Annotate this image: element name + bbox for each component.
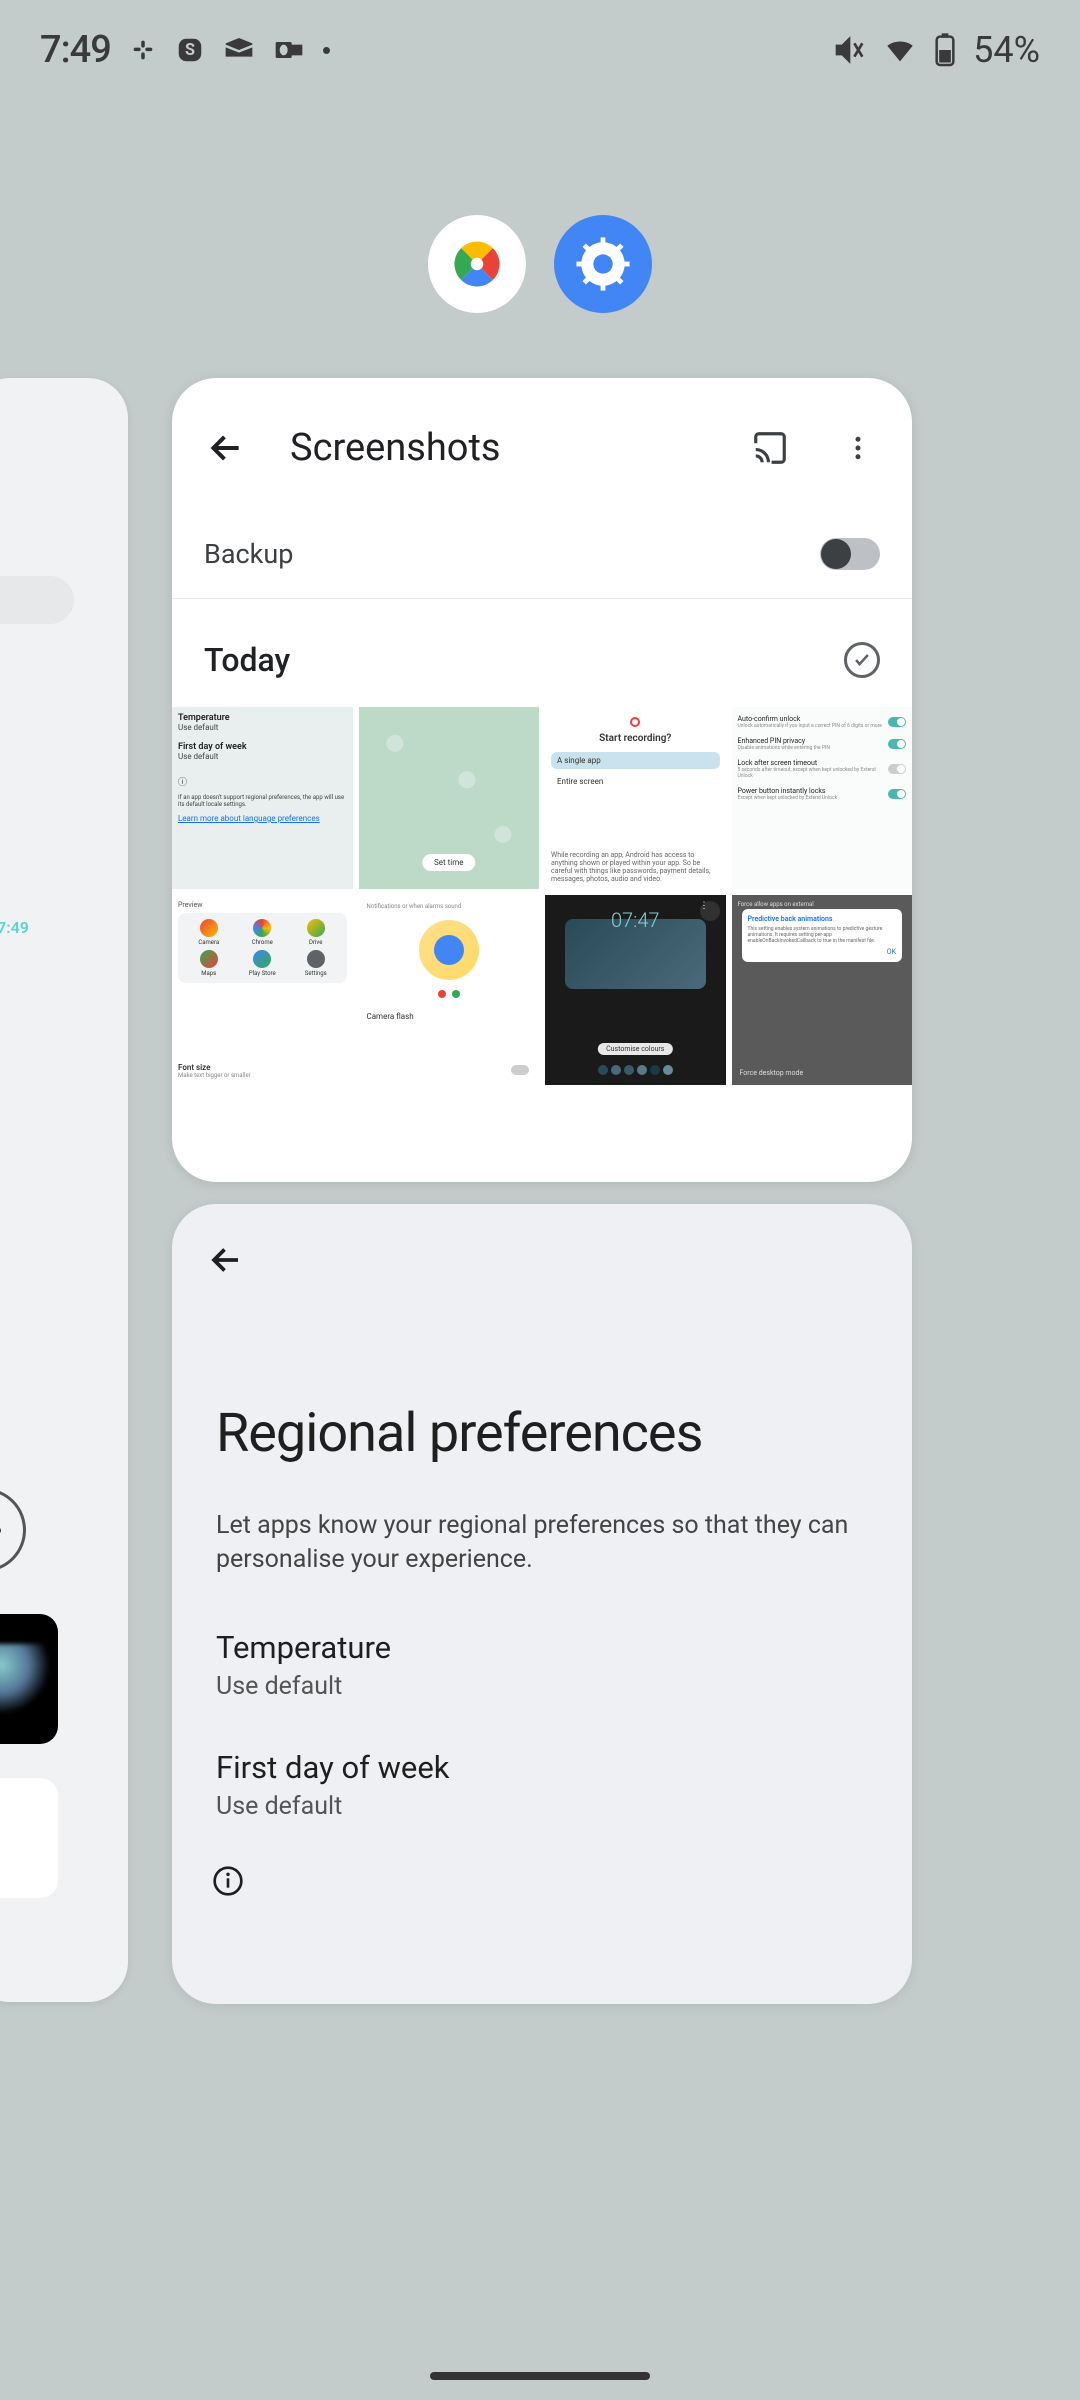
screenshot-grid: Temperature Use default First day of wee… xyxy=(172,707,912,1085)
mute-icon xyxy=(833,34,865,66)
left-thumbnail xyxy=(0,1614,58,1744)
left-pill xyxy=(0,576,74,624)
screenshot-thumb[interactable]: Temperature Use default First day of wee… xyxy=(172,707,353,889)
info-icon xyxy=(172,1845,912,1921)
slack-icon xyxy=(129,36,157,64)
status-time: 7:49 xyxy=(40,28,111,72)
recents-card-photos[interactable]: Screenshots Backup Today Temperature Use… xyxy=(172,378,912,1182)
mail-icon xyxy=(223,34,255,66)
back-button[interactable] xyxy=(172,1232,912,1292)
svg-text:S: S xyxy=(185,40,195,59)
screenshot-thumb[interactable]: Notifications or when alarms sound Camer… xyxy=(359,895,540,1085)
more-icon[interactable] xyxy=(834,424,882,472)
photos-app-icon[interactable] xyxy=(428,215,526,313)
settings-description: Let apps know your regional preferences … xyxy=(172,1495,912,1605)
outlook-icon xyxy=(273,34,305,66)
setting-item-first-day[interactable]: First day of week Use default xyxy=(172,1725,912,1845)
battery-icon xyxy=(935,33,955,67)
screenshot-thumb[interactable]: Force allow apps on external Predictive … xyxy=(732,895,913,1085)
settings-app-icon[interactable] xyxy=(554,215,652,313)
recent-app-icons xyxy=(428,215,652,313)
status-bar: 7:49 S 54% xyxy=(0,0,1080,100)
wifi-icon xyxy=(883,33,917,67)
page-title: Screenshots xyxy=(290,426,706,470)
skype-icon: S xyxy=(175,35,205,65)
cast-icon[interactable] xyxy=(746,424,794,472)
screenshot-thumb[interactable]: Start recording? A single app Entire scr… xyxy=(545,707,726,889)
back-button[interactable] xyxy=(202,424,250,472)
left-sliver-time: 07:49 xyxy=(0,918,29,937)
recents-card-left-sliver[interactable]: 07:49 THU APR 11 xyxy=(0,378,128,2002)
nav-handle[interactable] xyxy=(430,2372,650,2380)
screenshot-thumb[interactable]: Set time xyxy=(359,707,540,889)
battery-percent: 54% xyxy=(973,29,1040,71)
screenshot-thumb[interactable]: 07:47 ⋮ Customise colours xyxy=(545,895,726,1085)
screenshot-thumb[interactable]: Auto-confirm unlockUnlock automatically … xyxy=(732,707,913,889)
settings-title: Regional preferences xyxy=(172,1292,912,1495)
recents-card-settings[interactable]: Regional preferences Let apps know your … xyxy=(172,1204,912,2004)
setting-item-temperature[interactable]: Temperature Use default xyxy=(172,1605,912,1725)
screenshot-thumb[interactable]: Preview Camera Chrome Drive Maps Play St… xyxy=(172,895,353,1085)
section-today: Today xyxy=(204,641,290,679)
left-sliver-date: THU APR 11 xyxy=(0,866,3,926)
more-dots-icon xyxy=(0,1488,26,1572)
left-white-block xyxy=(0,1778,58,1898)
backup-label: Backup xyxy=(204,538,293,570)
clock-text: 07:47 xyxy=(551,911,720,929)
dot-icon xyxy=(323,47,330,54)
select-all-icon[interactable] xyxy=(844,642,880,678)
backup-toggle[interactable] xyxy=(820,538,880,570)
